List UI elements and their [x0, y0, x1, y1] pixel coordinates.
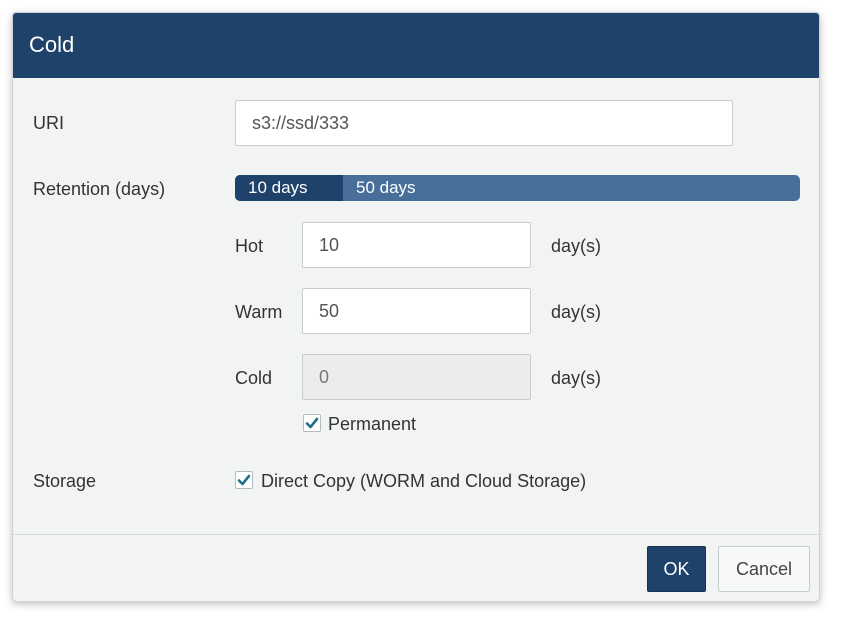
cold-dialog: Cold URI Retention (days) 10 days 50 day… [12, 12, 820, 602]
footer-divider [13, 534, 819, 535]
cold-label: Cold [235, 368, 273, 388]
permanent-checkbox[interactable] [303, 414, 321, 432]
warm-days-input[interactable] [302, 288, 531, 334]
dialog-header: Cold [13, 13, 819, 78]
direct-copy-checkbox[interactable] [235, 471, 253, 489]
uri-label: URI [33, 113, 64, 133]
cold-days-input [302, 354, 531, 400]
storage-label: Storage [33, 471, 97, 491]
warm-unit: day(s) [551, 302, 602, 322]
dialog-title: Cold [29, 32, 75, 57]
checkmark-icon [305, 417, 319, 429]
retention-hot-segment: 10 days [235, 175, 343, 201]
direct-copy-label[interactable]: Direct Copy (WORM and Cloud Storage) [261, 470, 586, 492]
retention-label: Retention (days) [33, 179, 166, 199]
checkmark-icon [237, 474, 251, 486]
hot-label: Hot [235, 236, 264, 256]
warm-label: Warm [235, 302, 283, 322]
retention-warm-segment: 50 days [356, 178, 416, 197]
retention-bar: 10 days 50 days [235, 175, 800, 201]
cold-unit: day(s) [551, 368, 602, 388]
uri-input[interactable] [235, 100, 733, 146]
cancel-button[interactable]: Cancel [718, 546, 810, 592]
permanent-label[interactable]: Permanent [328, 413, 416, 435]
hot-days-input[interactable] [302, 222, 531, 268]
hot-unit: day(s) [551, 236, 602, 256]
ok-button[interactable]: OK [647, 546, 706, 592]
